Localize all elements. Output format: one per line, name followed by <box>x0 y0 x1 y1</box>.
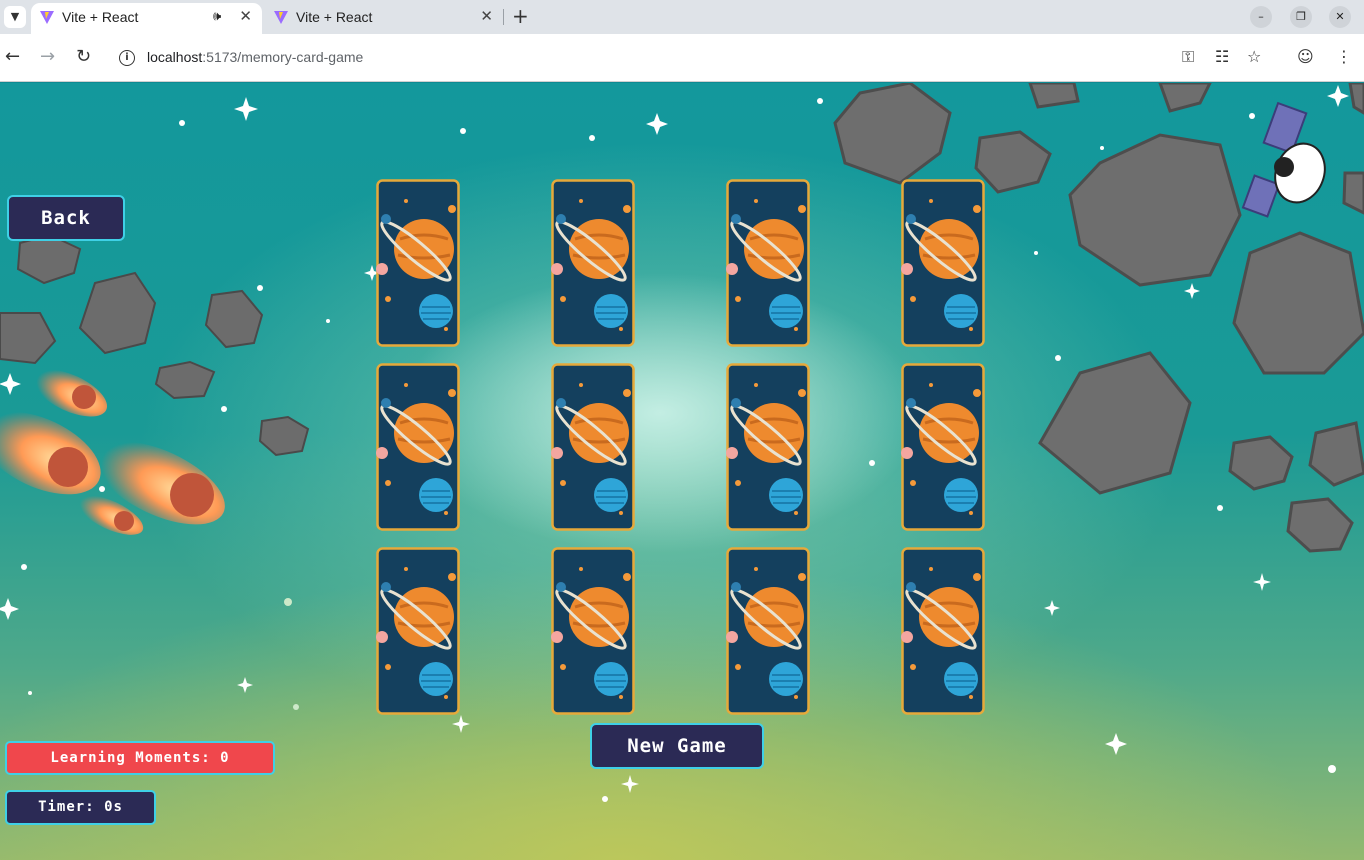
url-text[interactable]: localhost:5173/memory-card-game <box>147 49 363 65</box>
forward-arrow-icon[interactable]: → <box>40 46 55 67</box>
tab-separator <box>503 9 504 25</box>
menu-kebab-icon[interactable]: ⋮ <box>1336 47 1352 66</box>
card-back-planet-icon <box>551 547 635 715</box>
memory-card[interactable] <box>376 547 460 715</box>
card-back-planet-icon <box>551 363 635 531</box>
tab-title: Vite + React <box>62 9 139 25</box>
restore-window-icon[interactable]: ❐ <box>1290 6 1312 28</box>
vite-logo-icon <box>274 11 288 24</box>
card-back-planet-icon <box>901 179 985 347</box>
tab-vite-react[interactable]: Vite + React ✕ <box>265 3 503 34</box>
card-back-planet-icon <box>376 363 460 531</box>
profile-icon[interactable]: ☺ <box>1297 47 1314 66</box>
speaker-icon[interactable]: 🕪 <box>213 8 221 24</box>
card-back-planet-icon <box>726 179 810 347</box>
site-info-icon[interactable]: i <box>119 50 135 66</box>
memory-card[interactable] <box>551 547 635 715</box>
tab-search-chevron-icon[interactable]: ▼ <box>4 6 26 28</box>
close-window-icon[interactable]: ✕ <box>1329 6 1351 28</box>
memory-card[interactable] <box>726 363 810 531</box>
memory-card[interactable] <box>901 363 985 531</box>
card-back-planet-icon <box>901 547 985 715</box>
back-button[interactable]: Back <box>7 195 125 241</box>
tab-vite-react-active[interactable]: Vite + React 🕪 ✕ <box>31 3 262 34</box>
bookmark-star-icon[interactable]: ☆ <box>1247 47 1261 66</box>
memory-card[interactable] <box>376 179 460 347</box>
close-tab-icon[interactable]: ✕ <box>480 7 493 25</box>
tab-title: Vite + React <box>296 9 373 25</box>
card-back-planet-icon <box>726 547 810 715</box>
browser-toolbar: ← → ↻ i localhost:5173/memory-card-game … <box>0 34 1364 82</box>
card-back-planet-icon <box>901 363 985 531</box>
memory-card[interactable] <box>726 547 810 715</box>
card-back-planet-icon <box>376 179 460 347</box>
new-tab-plus-icon[interactable]: + <box>512 4 529 28</box>
vite-logo-icon <box>40 11 54 24</box>
learning-moments-counter: Learning Moments: 0 <box>5 741 275 775</box>
reload-icon[interactable]: ↻ <box>76 46 91 67</box>
password-key-icon[interactable]: ⚿ <box>1182 47 1194 67</box>
card-back-planet-icon <box>551 179 635 347</box>
translate-icon[interactable]: ☷ <box>1215 47 1229 66</box>
back-arrow-icon[interactable]: ← <box>5 46 20 67</box>
satellite <box>1241 101 1326 218</box>
close-tab-icon[interactable]: ✕ <box>239 7 252 25</box>
url-host: localhost <box>147 49 203 65</box>
memory-card[interactable] <box>901 179 985 347</box>
memory-card[interactable] <box>551 363 635 531</box>
browser-tab-bar: ▼ Vite + React 🕪 ✕ Vite + React ✕ + – ❐ … <box>0 0 1364 34</box>
memory-card[interactable] <box>726 179 810 347</box>
memory-card[interactable] <box>376 363 460 531</box>
new-game-button[interactable]: New Game <box>590 723 764 769</box>
memory-card[interactable] <box>901 547 985 715</box>
card-back-planet-icon <box>376 547 460 715</box>
game-viewport: Back New Game Learning Moments: 0 Timer:… <box>0 83 1364 860</box>
card-back-planet-icon <box>726 363 810 531</box>
minimize-window-icon[interactable]: – <box>1250 6 1272 28</box>
url-path: :5173/memory-card-game <box>202 49 364 65</box>
memory-card[interactable] <box>551 179 635 347</box>
timer-display: Timer: 0s <box>5 790 156 825</box>
address-bar[interactable]: i localhost:5173/memory-card-game <box>108 40 1274 76</box>
